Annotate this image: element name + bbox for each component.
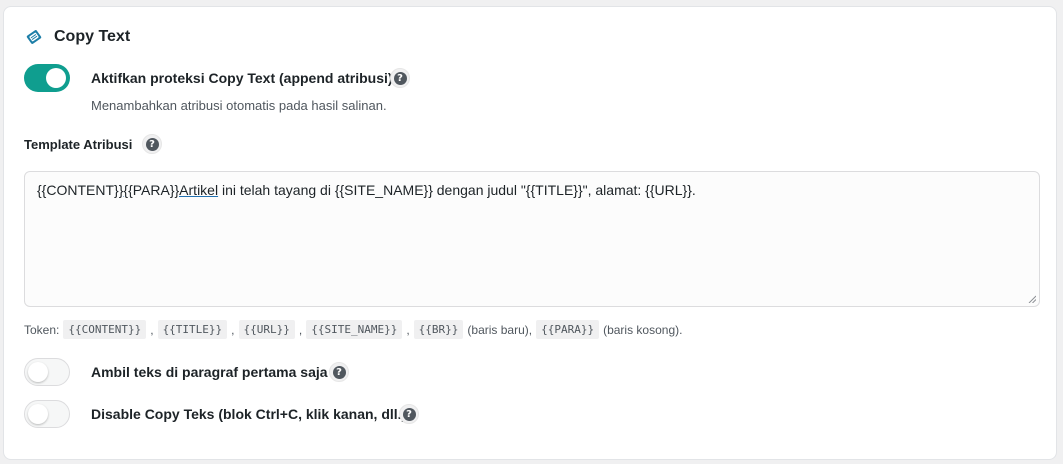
token-separator: ,: [231, 322, 235, 337]
disable-copy-toggle[interactable]: [24, 400, 70, 428]
help-icon[interactable]: ?: [399, 404, 419, 424]
toggle-knob: [28, 362, 48, 382]
copy-protection-icon: [24, 27, 44, 47]
token-separator: ,: [150, 322, 154, 337]
template-textarea[interactable]: {{CONTENT}}{{PARA}}Artikel ini telah tay…: [24, 171, 1040, 307]
first-paragraph-only-toggle[interactable]: [24, 358, 70, 386]
help-icon[interactable]: ?: [142, 134, 162, 154]
token-br-note: (baris baru),: [467, 322, 533, 337]
token-prefix: Token:: [24, 322, 60, 337]
toggle-knob: [46, 68, 66, 88]
enable-copy-protection-toggle[interactable]: [24, 64, 70, 92]
enable-copy-protection-label: Aktifkan proteksi Copy Text (append atri…: [91, 70, 393, 86]
question-mark-icon: ?: [145, 137, 159, 151]
token-content: {{CONTENT}}: [63, 320, 147, 339]
resize-grip-icon[interactable]: [1028, 295, 1036, 303]
section-title: Copy Text: [54, 28, 131, 45]
template-text-content: {{CONTENT}}{{PARA}}Artikel ini telah tay…: [37, 182, 696, 198]
token-br: {{BR}}: [413, 320, 464, 339]
question-mark-icon: ?: [402, 407, 416, 421]
section-header: Copy Text: [24, 27, 130, 47]
question-mark-icon: ?: [393, 71, 407, 85]
token-para: {{PARA}}: [536, 320, 600, 339]
question-mark-icon: ?: [332, 365, 346, 379]
first-paragraph-only-label: Ambil teks di paragraf pertama saja: [91, 364, 328, 380]
token-list: Token: {{CONTENT}} , {{TITLE}} , {{URL}}…: [24, 320, 686, 339]
template-label: Template Atribusi: [24, 137, 133, 152]
help-icon[interactable]: ?: [390, 68, 410, 88]
help-icon[interactable]: ?: [329, 362, 349, 382]
token-separator: ,: [298, 322, 303, 337]
token-separator: ,: [406, 322, 410, 337]
toggle-knob: [28, 404, 48, 424]
token-para-note: (baris kosong).: [603, 322, 683, 337]
copy-text-settings-card: Copy Text Aktifkan proteksi Copy Text (a…: [3, 6, 1057, 460]
token-url: {{URL}}: [238, 320, 295, 339]
enable-copy-protection-description: Menambahkan atribusi otomatis pada hasil…: [91, 98, 387, 113]
token-site-name: {{SITE_NAME}}: [306, 320, 403, 339]
token-title: {{TITLE}}: [157, 320, 228, 339]
disable-copy-label: Disable Copy Teks (blok Ctrl+C, klik kan…: [91, 406, 407, 422]
